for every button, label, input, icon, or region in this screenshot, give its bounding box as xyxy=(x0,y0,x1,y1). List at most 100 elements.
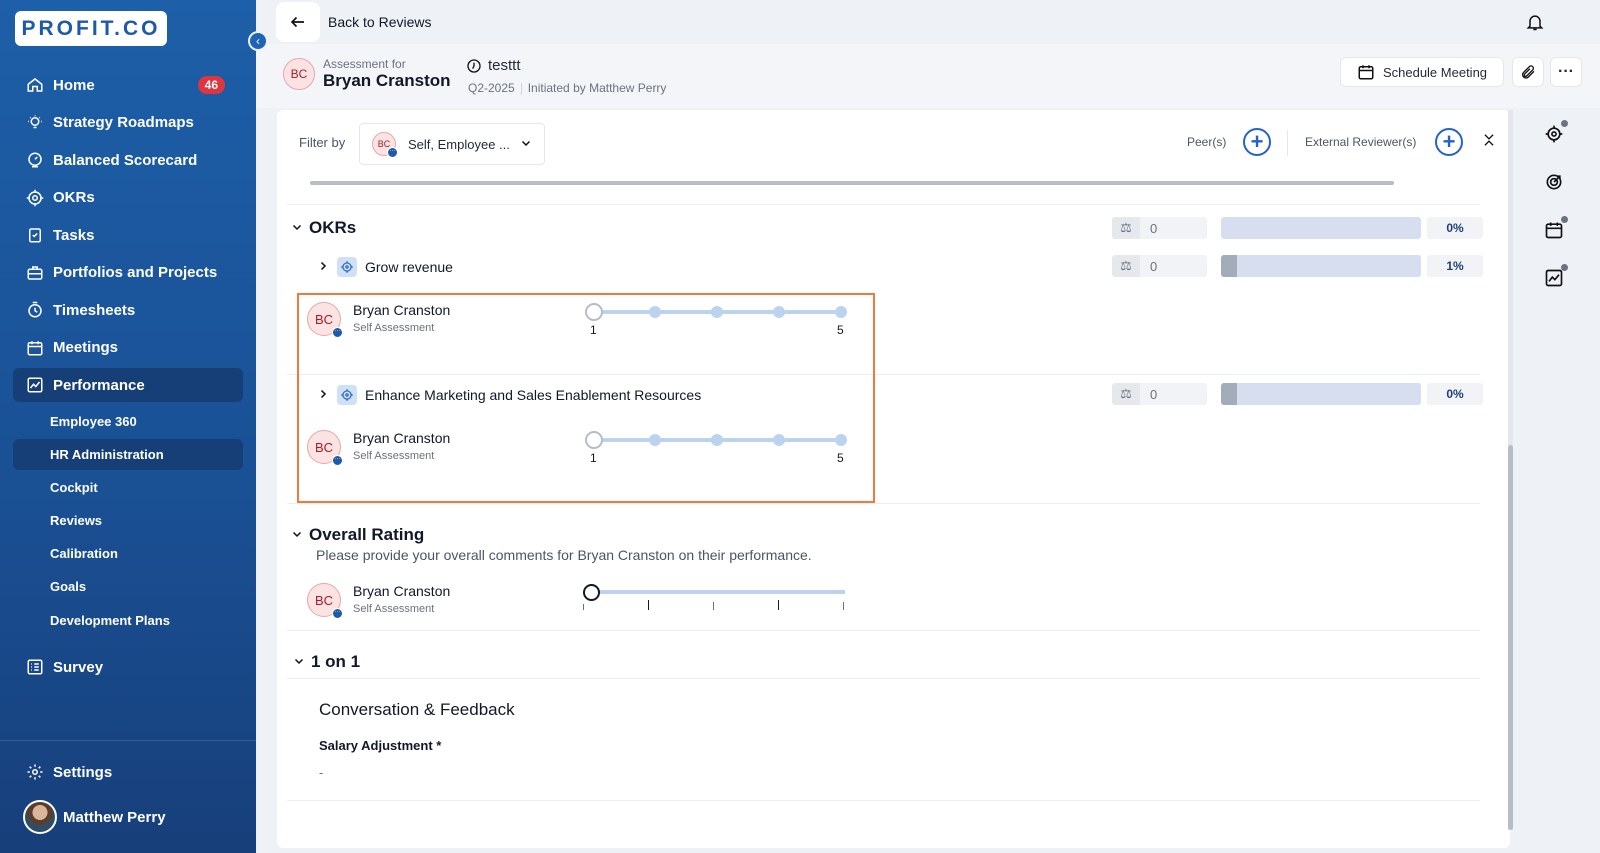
rater-name: Bryan Cranston xyxy=(353,302,451,318)
slider-step[interactable] xyxy=(649,306,661,318)
schedule-meeting-button[interactable]: Schedule Meeting xyxy=(1340,57,1504,87)
target-icon xyxy=(337,257,357,277)
user-profile[interactable]: Matthew Perry xyxy=(23,800,166,834)
objective-name: Enhance Marketing and Sales Enablement R… xyxy=(365,387,702,403)
conversation-title: Conversation & Feedback xyxy=(319,700,515,719)
scale-max-label: 5 xyxy=(837,323,844,337)
scrollbar-thumb[interactable] xyxy=(1508,445,1513,830)
overall-rating-slider[interactable] xyxy=(583,584,851,618)
objective-row[interactable]: Enhance Marketing and Sales Enablement R… xyxy=(317,385,701,405)
slider-step[interactable] xyxy=(773,306,785,318)
notification-badge: 46 xyxy=(197,76,225,94)
employee-name: Bryan Cranston xyxy=(323,71,451,90)
target-icon[interactable] xyxy=(1542,120,1568,146)
overall-rating-toggle[interactable]: Overall Rating xyxy=(291,525,424,545)
period: Q2-2025 xyxy=(468,81,515,95)
objective-progress-pct: 1% xyxy=(1427,255,1483,277)
collapse-sidebar-button[interactable]: ‹ xyxy=(248,31,268,51)
back-label[interactable]: Back to Reviews xyxy=(328,14,431,30)
rater-row: BC ··· Bryan Cranston Self Assessment xyxy=(307,430,451,466)
nav-item-tasks[interactable]: Tasks xyxy=(13,218,243,252)
okrs-section-toggle[interactable]: OKRs xyxy=(291,218,356,238)
slider-step[interactable] xyxy=(835,306,847,318)
slider-step[interactable] xyxy=(835,434,847,446)
slider-thumb[interactable] xyxy=(585,303,603,321)
sub-item-cockpit[interactable]: Cockpit xyxy=(13,472,243,503)
slider-step[interactable] xyxy=(773,434,785,446)
nav-label: Portfolios and Projects xyxy=(53,264,218,281)
collapse-icon[interactable] xyxy=(1482,132,1496,153)
lightbulb-icon xyxy=(25,113,45,133)
sidebar-divider xyxy=(0,740,256,741)
arrow-left-icon xyxy=(290,16,304,28)
okrs-weight: ⚖ 0 xyxy=(1112,217,1207,239)
topbar: Back to Reviews xyxy=(256,0,1600,44)
nav-label: Meetings xyxy=(53,339,119,356)
goal-target-icon[interactable] xyxy=(1542,170,1566,194)
slider-thumb[interactable] xyxy=(583,584,600,601)
nav-item-home[interactable]: Home 46 xyxy=(13,68,243,102)
rating-slider[interactable]: 1 5 xyxy=(585,431,847,465)
slider-tick xyxy=(778,600,779,610)
sub-item-calibration[interactable]: Calibration xyxy=(13,538,243,569)
bell-icon[interactable] xyxy=(1525,12,1545,37)
sub-item-development-plans[interactable]: Development Plans xyxy=(13,605,243,636)
reviewer-filter-select[interactable]: BC ··· Self, Employee ... xyxy=(359,123,545,165)
nav-item-meetings[interactable]: Meetings xyxy=(13,331,243,365)
chevron-right-icon xyxy=(317,388,329,403)
okrs-progress-bar xyxy=(1221,217,1421,239)
sub-item-employee-360[interactable]: Employee 360 xyxy=(13,406,243,437)
profitco-logo[interactable]: PROFIT.CO xyxy=(15,11,167,46)
scale-max-label: 5 xyxy=(837,451,844,465)
one-on-one-title: 1 on 1 xyxy=(311,652,361,671)
nav-item-performance[interactable]: Performance xyxy=(13,368,243,402)
back-button[interactable] xyxy=(276,2,320,42)
add-external-reviewer-button[interactable]: + xyxy=(1435,128,1463,156)
rating-slider[interactable]: 1 5 xyxy=(585,303,847,337)
calendar-icon xyxy=(1358,65,1374,80)
chevron-down-icon xyxy=(291,528,303,543)
slider-thumb[interactable] xyxy=(585,431,603,449)
slider-step[interactable] xyxy=(649,434,661,446)
clock-icon xyxy=(25,300,45,320)
one-on-one-toggle[interactable]: 1 on 1 xyxy=(293,652,360,672)
sub-item-reviews[interactable]: Reviews xyxy=(13,505,243,536)
attach-button[interactable] xyxy=(1512,57,1544,87)
chart-icon[interactable] xyxy=(1542,264,1568,290)
schedule-meeting-label: Schedule Meeting xyxy=(1382,64,1488,80)
more-options-button[interactable]: ··· xyxy=(1550,57,1582,87)
nav-item-timesheets[interactable]: Timesheets xyxy=(13,293,243,327)
nav-item-balanced-scorecard[interactable]: Balanced Scorecard xyxy=(13,143,243,177)
slider-step[interactable] xyxy=(711,434,723,446)
nav-item-survey[interactable]: Survey xyxy=(13,650,243,684)
calendar-icon[interactable] xyxy=(1542,216,1568,242)
add-peer-button[interactable]: + xyxy=(1243,128,1271,156)
okrs-progress-pct: 0% xyxy=(1427,217,1483,239)
divider xyxy=(287,503,1480,504)
sub-item-goals[interactable]: Goals xyxy=(13,571,243,602)
right-rail xyxy=(1522,110,1600,840)
objective-row[interactable]: Grow revenue xyxy=(317,257,453,277)
nav-item-portfolios[interactable]: Portfolios and Projects xyxy=(13,256,243,290)
filter-row: Filter by BC ··· Self, Employee ... Peer(… xyxy=(277,110,1510,185)
rater-name: Bryan Cranston xyxy=(353,430,451,446)
horizontal-scrollbar[interactable] xyxy=(310,181,1394,185)
briefcase-icon xyxy=(25,263,45,283)
cycle-icon xyxy=(467,58,481,73)
scorecard-icon xyxy=(25,150,45,170)
vertical-scrollbar[interactable] xyxy=(1508,110,1513,830)
nav-item-strategy-roadmaps[interactable]: Strategy Roadmaps xyxy=(13,106,243,140)
divider xyxy=(1287,130,1288,156)
sub-item-hr-administration[interactable]: HR Administration xyxy=(13,438,243,470)
slider-tick xyxy=(648,600,649,610)
paperclip-icon xyxy=(1522,65,1535,79)
salary-adjustment-value: - xyxy=(319,765,324,780)
plus-icon: + xyxy=(1442,129,1456,154)
nav-item-okrs[interactable]: OKRs xyxy=(13,181,243,215)
divider xyxy=(287,678,1480,679)
sidebar: PROFIT.CO Home 46 Strategy Roadmaps Bala… xyxy=(0,0,256,853)
plus-icon: + xyxy=(1250,129,1264,154)
avatar xyxy=(23,800,57,834)
nav-item-settings[interactable]: Settings xyxy=(13,755,243,789)
slider-step[interactable] xyxy=(711,306,723,318)
